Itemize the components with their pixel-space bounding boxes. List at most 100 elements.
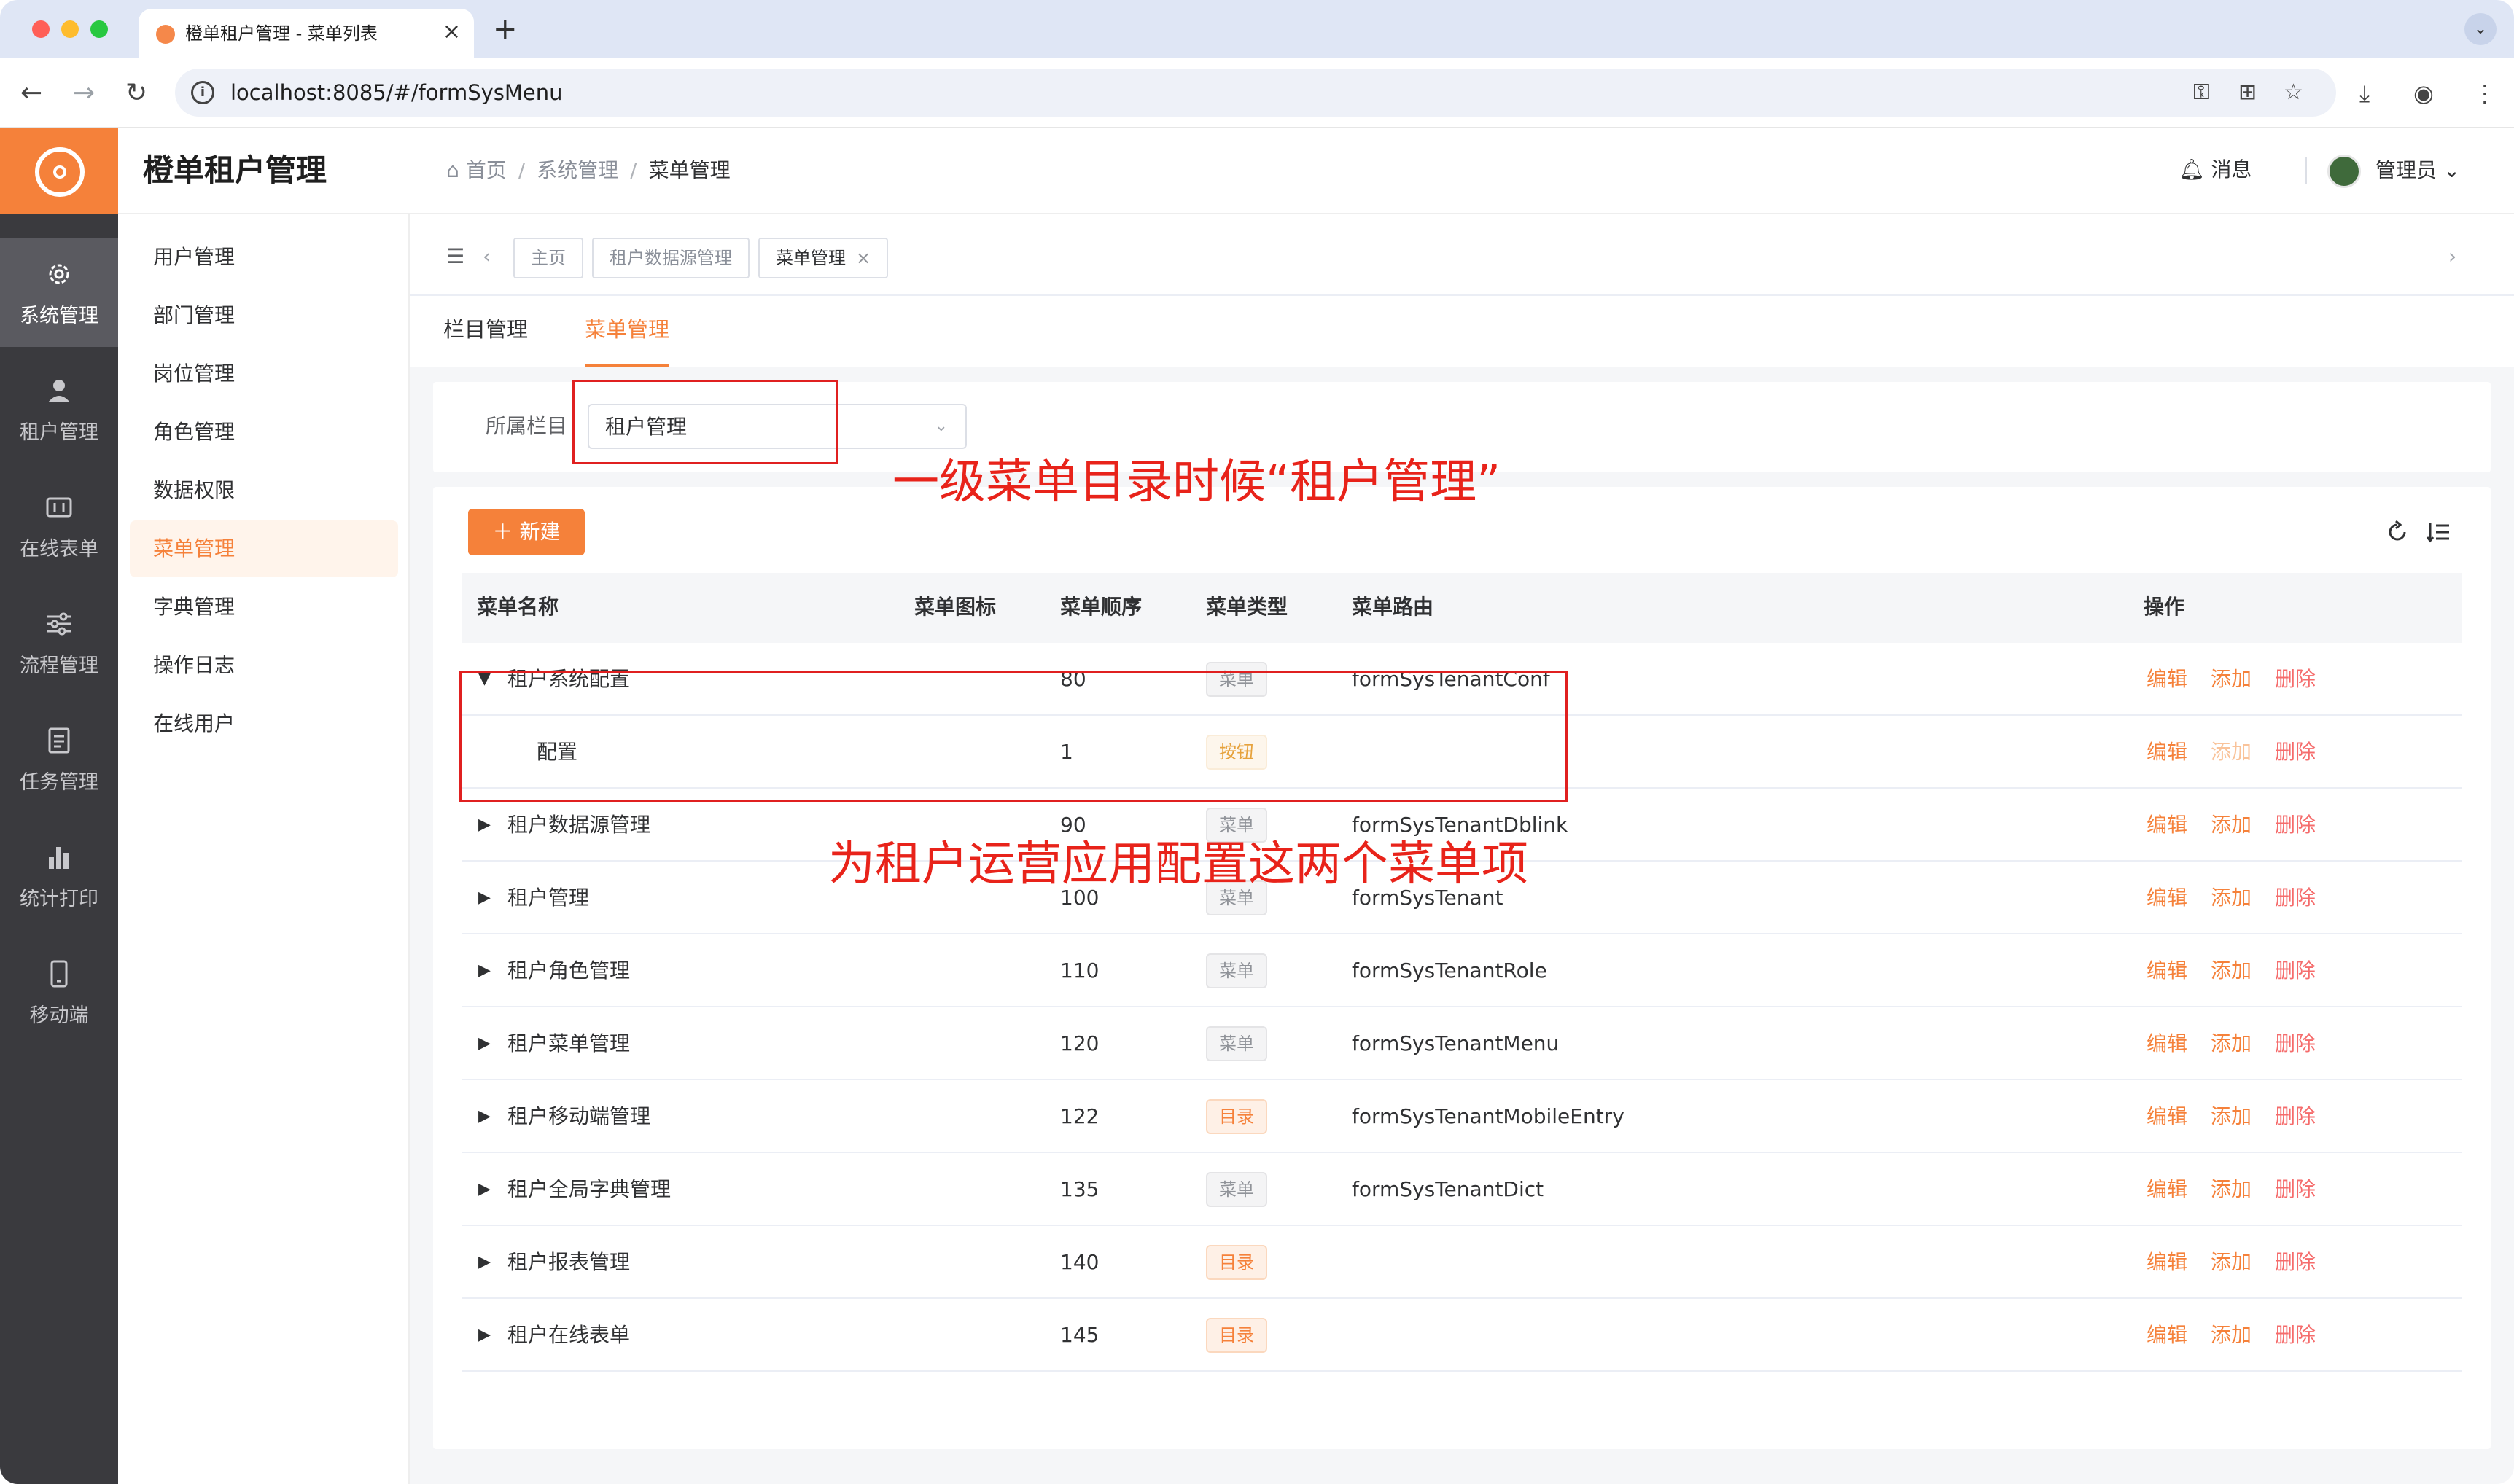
new-tab-button[interactable]: +: [493, 13, 518, 45]
tab-menu-management[interactable]: 菜单管理: [585, 315, 669, 344]
forward-icon[interactable]: →: [73, 76, 95, 111]
edit-button[interactable]: 编辑: [2147, 957, 2187, 985]
rail-item-system[interactable]: 系统管理: [0, 238, 118, 347]
edit-button[interactable]: 编辑: [2147, 1030, 2187, 1058]
delete-button[interactable]: 删除: [2275, 738, 2316, 766]
sidebar-item-label: 角色管理: [153, 420, 236, 444]
sidebar-item-positions[interactable]: 岗位管理: [130, 345, 398, 402]
tab-search-button[interactable]: ⌄: [2464, 13, 2497, 45]
delete-button[interactable]: 删除: [2275, 1321, 2316, 1349]
table-row[interactable]: ▶ 租户在线表单 145 目录 编辑 添加 删除: [462, 1299, 2462, 1372]
expand-caret-icon[interactable]: ▶: [478, 961, 491, 981]
table-row[interactable]: ▶ 租户移动端管理 122 目录 formSysTenantMobileEntry 编辑添…: [462, 1080, 2462, 1153]
key-icon[interactable]: ⚿: [2193, 79, 2210, 106]
sidebar-item-data-permissions[interactable]: 数据权限: [130, 462, 398, 519]
sidebar-item-roles[interactable]: 角色管理: [130, 404, 398, 461]
rail-item-report[interactable]: 统计打印: [0, 821, 118, 930]
browser-menu-icon[interactable]: ⋮: [2473, 77, 2497, 109]
delete-button[interactable]: 删除: [2275, 811, 2316, 839]
collapse-menu-icon[interactable]: ☰: [446, 239, 464, 274]
avatar[interactable]: [2327, 155, 2361, 188]
table-row[interactable]: ▶ 租户报表管理 140 目录 编辑 添加 删除: [462, 1226, 2462, 1299]
add-child-button[interactable]: 添加: [2211, 738, 2252, 766]
add-child-button[interactable]: 添加: [2211, 1321, 2252, 1349]
add-child-button[interactable]: 添加: [2211, 665, 2252, 693]
edit-button[interactable]: 编辑: [2147, 1249, 2187, 1276]
delete-button[interactable]: 删除: [2275, 957, 2316, 985]
rail-item-flow[interactable]: 流程管理: [0, 587, 118, 697]
url-text[interactable]: localhost:8085/#/formSysMenu: [230, 79, 563, 106]
close-window-button[interactable]: [32, 20, 50, 38]
scroll-left-icon[interactable]: ‹: [483, 239, 491, 274]
add-child-button[interactable]: 添加: [2211, 884, 2252, 912]
delete-button[interactable]: 删除: [2275, 1176, 2316, 1203]
delete-button[interactable]: 删除: [2275, 1030, 2316, 1058]
edit-button[interactable]: 编辑: [2147, 884, 2187, 912]
minimize-window-button[interactable]: [61, 20, 79, 38]
breadcrumb-parent[interactable]: 系统管理: [537, 158, 618, 182]
delete-button[interactable]: 删除: [2275, 1249, 2316, 1276]
edit-button[interactable]: 编辑: [2147, 738, 2187, 766]
site-info-icon[interactable]: i: [191, 81, 214, 104]
messages-button[interactable]: 🔔︎ 消息: [2179, 156, 2252, 184]
translate-icon[interactable]: ⊞: [2238, 79, 2257, 106]
sidebar-item-users[interactable]: 用户管理: [130, 229, 398, 286]
add-child-button[interactable]: 添加: [2211, 811, 2252, 839]
table-row[interactable]: ▶ 租户角色管理 110 菜单 formSysTenantRole 编辑 添加 删除: [462, 934, 2462, 1007]
edit-button[interactable]: 编辑: [2147, 1176, 2187, 1203]
user-menu[interactable]: 管理员 ⌄: [2375, 157, 2460, 184]
add-child-button[interactable]: 添加: [2211, 1176, 2252, 1203]
menu-type-badge: 目录: [1206, 1245, 1267, 1280]
bookmark-star-icon[interactable]: ☆: [2284, 79, 2303, 106]
maximize-window-button[interactable]: [90, 20, 108, 38]
sidebar-item-dictionary[interactable]: 字典管理: [130, 579, 398, 636]
rail-item-task[interactable]: 任务管理: [0, 704, 118, 813]
profile-icon[interactable]: ◉: [2413, 77, 2434, 109]
sidebar-item-operation-log[interactable]: 操作日志: [130, 637, 398, 694]
rail-item-online-form[interactable]: 在线表单: [0, 471, 118, 580]
expand-caret-icon[interactable]: ▶: [478, 1034, 491, 1054]
expand-caret-icon[interactable]: ▶: [478, 1179, 491, 1200]
rail-item-tenant[interactable]: 租户管理: [0, 354, 118, 464]
expand-caret-icon[interactable]: ▶: [478, 1252, 491, 1273]
column-settings-icon[interactable]: [2425, 519, 2451, 545]
breadcrumb-home[interactable]: 首页: [466, 158, 507, 182]
sidebar-item-menus[interactable]: 菜单管理: [130, 520, 398, 577]
download-icon[interactable]: ⤓: [2359, 77, 2370, 109]
tag-menu-management[interactable]: 菜单管理 ×: [758, 238, 889, 278]
close-tab-icon[interactable]: ×: [443, 19, 461, 45]
add-child-button[interactable]: 添加: [2211, 1249, 2252, 1276]
rail-item-mobile[interactable]: 移动端: [0, 937, 118, 1047]
reload-icon[interactable]: ↻: [125, 76, 147, 111]
refresh-icon[interactable]: [2384, 519, 2410, 545]
delete-button[interactable]: 删除: [2275, 665, 2316, 693]
new-menu-button[interactable]: ＋ 新建: [468, 509, 585, 555]
browser-tab[interactable]: 橙单租户管理 - 菜单列表 ×: [139, 9, 474, 58]
tag-home[interactable]: 主页: [513, 238, 583, 278]
sidebar-item-departments[interactable]: 部门管理: [130, 287, 398, 344]
scroll-right-icon[interactable]: ›: [2448, 239, 2456, 274]
sidebar-item-online-users[interactable]: 在线用户: [130, 695, 398, 752]
delete-button[interactable]: 删除: [2275, 884, 2316, 912]
tag-tenant-datasource[interactable]: 租户数据源管理: [592, 238, 750, 278]
add-child-button[interactable]: 添加: [2211, 1030, 2252, 1058]
back-icon[interactable]: ←: [20, 76, 42, 111]
edit-button[interactable]: 编辑: [2147, 811, 2187, 839]
edit-button[interactable]: 编辑: [2147, 665, 2187, 693]
app-logo[interactable]: [0, 128, 118, 214]
expand-caret-icon[interactable]: ▶: [478, 888, 491, 908]
delete-button[interactable]: 删除: [2275, 1103, 2316, 1130]
add-child-button[interactable]: 添加: [2211, 957, 2252, 985]
expand-caret-icon[interactable]: ▶: [478, 1106, 491, 1127]
edit-button[interactable]: 编辑: [2147, 1103, 2187, 1130]
expand-caret-icon[interactable]: ▶: [478, 1325, 491, 1346]
edit-button[interactable]: 编辑: [2147, 1321, 2187, 1349]
add-child-button[interactable]: 添加: [2211, 1103, 2252, 1130]
table-row[interactable]: ▶ 租户全局字典管理 135 菜单 formSysTenantDict 编辑 添加 删除: [462, 1153, 2462, 1226]
expand-caret-icon[interactable]: ▶: [478, 815, 491, 835]
menu-type-badge: 目录: [1206, 1099, 1267, 1134]
close-tag-icon[interactable]: ×: [856, 248, 871, 268]
url-bar[interactable]: i localhost:8085/#/formSysMenu ⚿ ⊞ ☆: [175, 69, 2336, 117]
table-row[interactable]: ▶ 租户菜单管理 120 菜单 formSysTenantMenu 编辑 添加 删除: [462, 1007, 2462, 1080]
tab-column-management[interactable]: 栏目管理: [443, 315, 528, 344]
